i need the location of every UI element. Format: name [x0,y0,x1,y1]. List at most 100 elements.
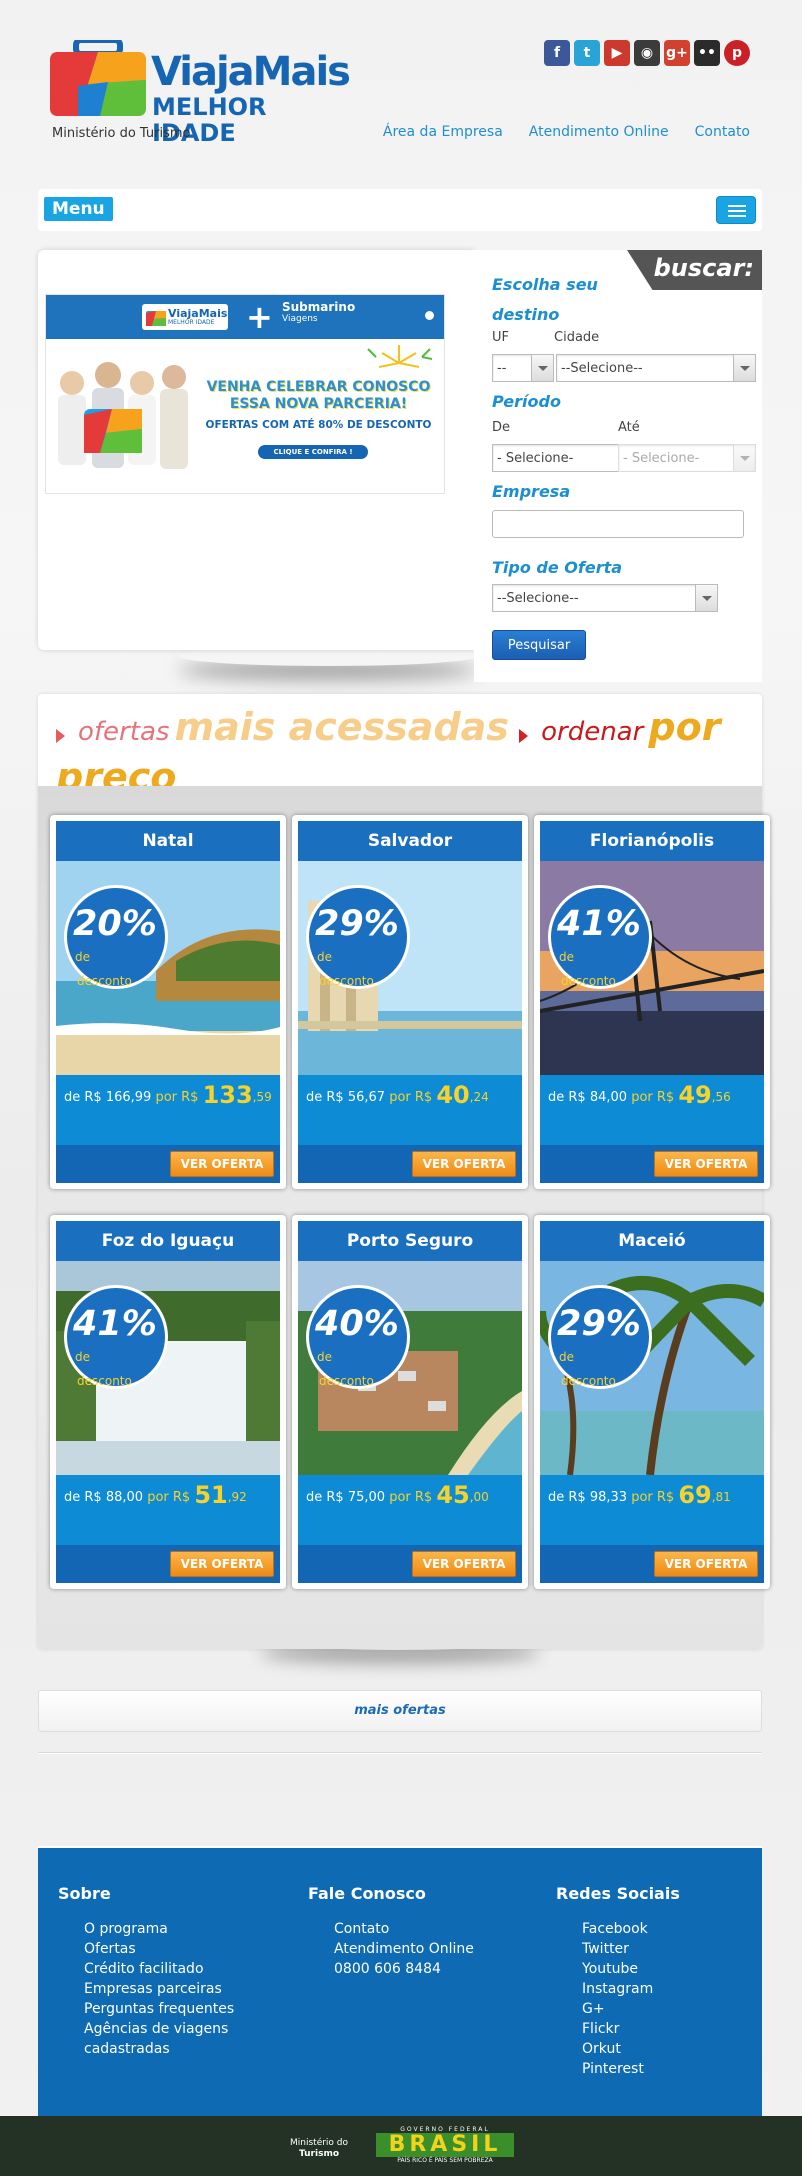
promo-banner[interactable]: ViajaMais MELHOR IDADE + Submarino Viage… [45,294,445,494]
cidade-select[interactable]: --Selecione-- [556,354,756,382]
footer-link[interactable]: cadastradas [84,2039,234,2059]
hamburger-menu-icon[interactable] [716,196,756,224]
view-offer-button[interactable]: VER OFERTA [412,1551,516,1577]
fireworks-icon [367,345,433,368]
footer-link[interactable]: O programa [84,1919,234,1939]
offer-card-body: Maceió 29% de desconto de R$ 98,33 por R$ 69… [540,1221,764,1583]
empresa-input[interactable] [492,510,744,538]
footer-link[interactable]: Contato [334,1919,474,1939]
discount-percent: 41% [73,1304,157,1344]
nav-contato[interactable]: Contato [695,124,750,140]
brasil-logo[interactable]: GOVERNO FEDERAL BRASIL PAÍS RICO É PAÍS … [376,2126,514,2168]
offer-footer: VER OFERTA [56,1545,280,1583]
footer-link[interactable]: Instagram [582,1979,680,1999]
price-value: 45 [436,1481,470,1509]
offer-city[interactable]: Florianópolis [540,821,764,861]
logo-title: ViajaMais [151,49,351,95]
footer-sobre-title: Sobre [58,1884,111,1903]
price-prefix: por R$ [631,1490,675,1505]
sort-heading-light[interactable]: ordenar [541,717,643,747]
footer-link[interactable]: G+ [582,1999,680,2019]
twitter-icon[interactable]: t [574,40,600,66]
price-prefix: por R$ [147,1490,191,1505]
slider-dot[interactable] [425,311,434,320]
suitcase-icon [146,311,166,326]
offer-card-body: Salvador 29% de desconto de R$ 56,67 por R$ … [298,821,522,1183]
price-cents: ,24 [469,1090,489,1104]
offer-city[interactable]: Maceió [540,1221,764,1261]
googleplus-icon[interactable]: g+ [664,40,690,66]
flickr-icon[interactable]: •• [694,40,720,66]
ministry-logo[interactable]: Ministério do Turismo [290,2138,348,2160]
government-bar: Ministério do Turismo GOVERNO FEDERAL BR… [0,2116,802,2176]
original-price: de R$ 84,00 [548,1090,628,1105]
offer-card[interactable]: Maceió 29% de desconto de R$ 98,33 por R$ 69… [534,1215,770,1589]
offer-image[interactable]: 41% de desconto [56,1261,280,1475]
menu-bar: Menu [38,189,762,231]
offer-image[interactable]: 40% de desconto [298,1261,522,1475]
discount-badge: 29% de desconto [548,1285,652,1389]
footer-sobre: Sobre O programa Ofertas Crédito facilit… [58,1884,234,2059]
offer-card[interactable]: Florianópolis 41% de desconto de R$ 84,00 po… [534,815,770,1189]
offers-heading-light[interactable]: ofertas [78,717,169,747]
offer-image[interactable]: 20% de desconto [56,861,280,1075]
offer-card[interactable]: Salvador 29% de desconto de R$ 56,67 por R$ … [292,815,528,1189]
chevron-down-icon [531,355,553,381]
chevron-down-icon [695,585,717,611]
price-value: 133 [202,1081,253,1109]
footer-link[interactable]: Atendimento Online [334,1939,474,1959]
view-offer-button[interactable]: VER OFERTA [412,1151,516,1177]
view-offer-button[interactable]: VER OFERTA [170,1151,274,1177]
footer-link[interactable]: Perguntas frequentes [84,1999,234,2019]
offer-city[interactable]: Salvador [298,821,522,861]
offer-city[interactable]: Natal [56,821,280,861]
nav-atendimento-online[interactable]: Atendimento Online [529,124,669,140]
instagram-icon[interactable]: ◉ [634,40,660,66]
more-offers-button[interactable]: mais ofertas [38,1690,762,1732]
footer-link: 0800 606 8484 [334,1961,441,1977]
banner-header: ViajaMais MELHOR IDADE + Submarino Viage… [46,295,444,339]
offer-image[interactable]: 29% de desconto [298,861,522,1075]
view-offer-button[interactable]: VER OFERTA [654,1551,758,1577]
footer-link[interactable]: Empresas parceiras [84,1979,234,1999]
discount-badge: 41% de desconto [548,885,652,989]
banner-cta[interactable]: CLIQUE E CONFIRA ! [258,445,368,459]
footer-link[interactable]: Youtube [582,1959,680,1979]
view-offer-button[interactable]: VER OFERTA [170,1551,274,1577]
footer-link[interactable]: Facebook [582,1919,680,1939]
facebook-icon[interactable]: f [544,40,570,66]
uf-select[interactable]: -- [492,354,554,382]
offers-heading-bold[interactable]: mais acessadas [175,705,509,749]
pinterest-icon[interactable]: p [724,40,750,66]
footer-link[interactable]: Orkut [582,2039,680,2059]
offer-city[interactable]: Porto Seguro [298,1221,522,1261]
footer-link[interactable]: Ofertas [84,1939,234,1959]
logo-ministry: Ministério do Turismo [52,126,191,141]
footer-link[interactable]: Flickr [582,2019,680,2039]
offer-image[interactable]: 29% de desconto [540,1261,764,1475]
price-cents: ,92 [227,1490,247,1504]
tipo-select[interactable]: --Selecione-- [492,584,718,612]
ministry-line1: Ministério do [290,2138,349,2148]
search-button[interactable]: Pesquisar [492,630,586,660]
footer-link[interactable]: Agências de viagens [84,2019,234,2039]
divider [38,1752,762,1754]
ate-select[interactable]: - Selecione- [618,444,756,472]
site-logo[interactable]: ViajaMais MELHOR IDADE Ministério do Tur… [48,40,351,146]
footer-fale: Fale Conosco Contato Atendimento Online … [308,1884,474,1979]
banner-partner-name: Submarino [282,300,356,314]
offer-image[interactable]: 41% de desconto [540,861,764,1075]
youtube-icon[interactable]: ▶ [604,40,630,66]
footer-link[interactable]: Twitter [582,1939,680,1959]
offer-city[interactable]: Foz do Iguaçu [56,1221,280,1261]
footer-link[interactable]: Crédito facilitado [84,1959,234,1979]
menu-label[interactable]: Menu [44,197,113,221]
banner-offer: OFERTAS COM ATÉ 80% DE DESCONTO [205,419,432,431]
price-value: 69 [678,1481,712,1509]
nav-area-empresa[interactable]: Área da Empresa [383,124,503,140]
view-offer-button[interactable]: VER OFERTA [654,1151,758,1177]
footer-link[interactable]: Pinterest [582,2059,680,2079]
offer-card[interactable]: Porto Seguro 40% de desconto de R$ 75,00 por… [292,1215,528,1589]
offer-card[interactable]: Foz do Iguaçu 41% de desconto de R$ 88,00 po… [50,1215,286,1589]
offer-card[interactable]: Natal 20% de desconto de R$ 166,99 por R$ 13… [50,815,286,1189]
